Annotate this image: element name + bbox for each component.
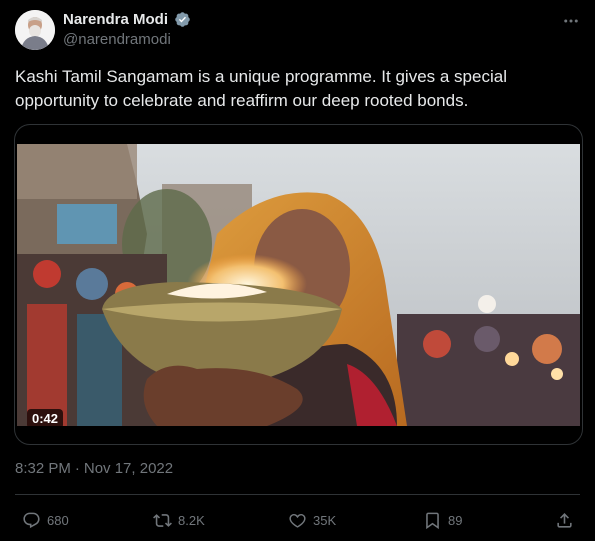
retweet-icon (153, 513, 172, 527)
share-icon (557, 512, 572, 528)
retweet-button[interactable]: 8.2K (153, 509, 205, 531)
timestamp-separator: · (74, 460, 80, 477)
like-button[interactable]: 35K (288, 509, 336, 531)
tweet-timestamp[interactable]: 8:32 PM · Nov 17, 2022 (15, 459, 173, 479)
tweet-text: Kashi Tamil Sangamam is a unique program… (15, 67, 507, 110)
video-thumbnail[interactable] (17, 144, 580, 426)
like-count: 35K (313, 512, 337, 528)
more-options-icon[interactable] (562, 12, 580, 30)
tweet-card: Narendra Modi @narendramodi Kashi Tamil … (0, 0, 595, 541)
like-icon (289, 513, 306, 528)
share-button[interactable] (555, 509, 574, 531)
author-name[interactable]: Narendra Modi (63, 11, 168, 29)
divider (15, 494, 580, 495)
bookmark-count: 89 (448, 512, 463, 528)
video-player[interactable] (14, 124, 583, 445)
bookmark-icon (426, 512, 439, 529)
video-duration-badge: 0:42 (27, 409, 64, 429)
verified-badge-icon (175, 12, 190, 27)
tweet-date: Nov 17, 2022 (83, 460, 174, 477)
retweet-count: 8.2K (178, 512, 205, 528)
reply-icon (23, 512, 40, 528)
tweet-time: 8:32 PM (15, 460, 71, 477)
reply-button[interactable]: 680 (22, 509, 69, 531)
avatar[interactable] (15, 10, 55, 50)
reply-count: 680 (47, 512, 69, 528)
bookmark-button[interactable]: 89 (423, 509, 462, 531)
author-handle[interactable]: @narendramodi (63, 31, 171, 49)
